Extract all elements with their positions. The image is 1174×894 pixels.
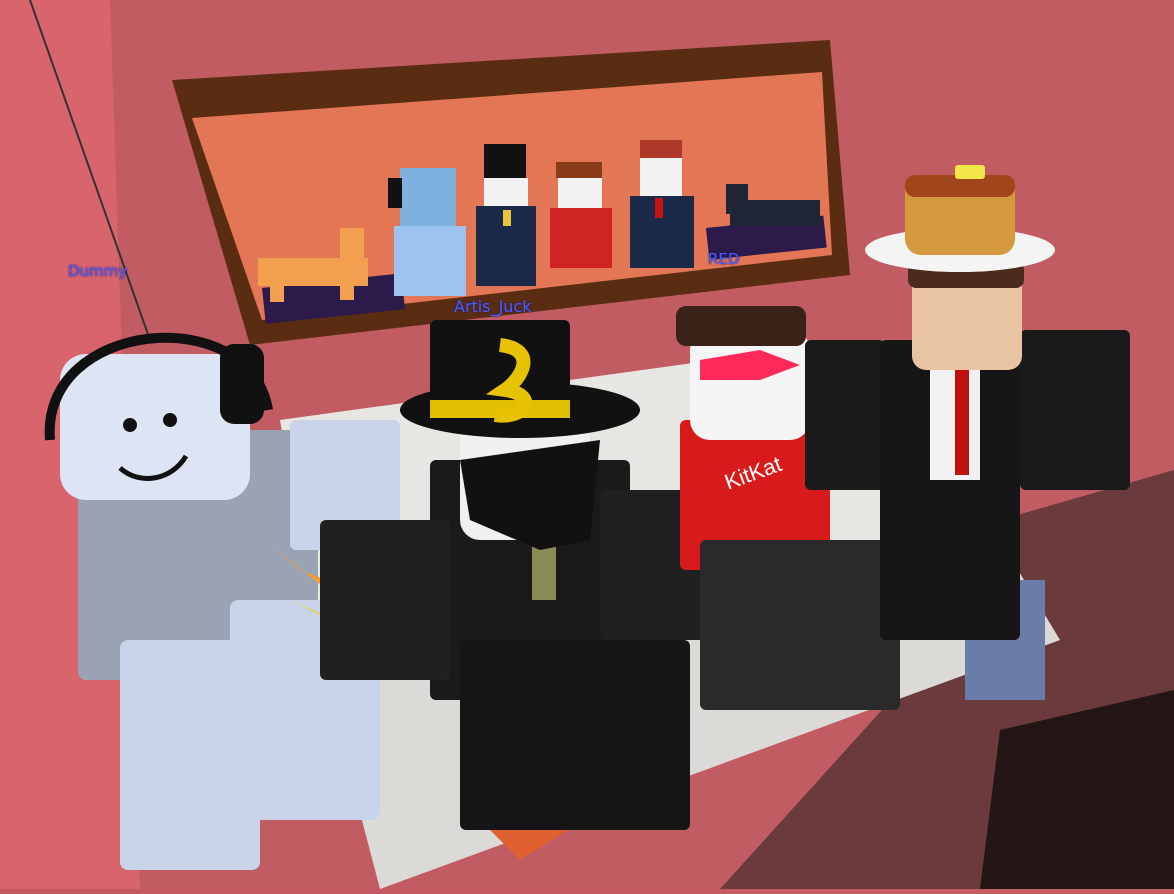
pancake-arm-left bbox=[805, 340, 885, 490]
figure-headphone-noob bbox=[388, 168, 466, 296]
butter bbox=[955, 165, 985, 179]
game-viewport[interactable]: KitKat Dummy Artis_Juck RED bbox=[0, 0, 1174, 889]
nametag-player: Artis_Juck bbox=[454, 297, 532, 316]
dummy-eye-left bbox=[123, 418, 137, 432]
player-legs bbox=[460, 640, 690, 830]
pancake-tie bbox=[955, 365, 969, 475]
red-face bbox=[690, 330, 810, 440]
red-hair bbox=[676, 306, 806, 346]
scene-canvas: KitKat bbox=[0, 0, 1174, 889]
dummy-eye-right bbox=[163, 413, 177, 427]
red-legs bbox=[700, 540, 900, 710]
player-arm-left bbox=[320, 520, 450, 680]
nametag-red: RED bbox=[708, 250, 740, 268]
nametag-dummy: Dummy bbox=[68, 262, 128, 280]
pancake-arm-right bbox=[1020, 330, 1130, 490]
